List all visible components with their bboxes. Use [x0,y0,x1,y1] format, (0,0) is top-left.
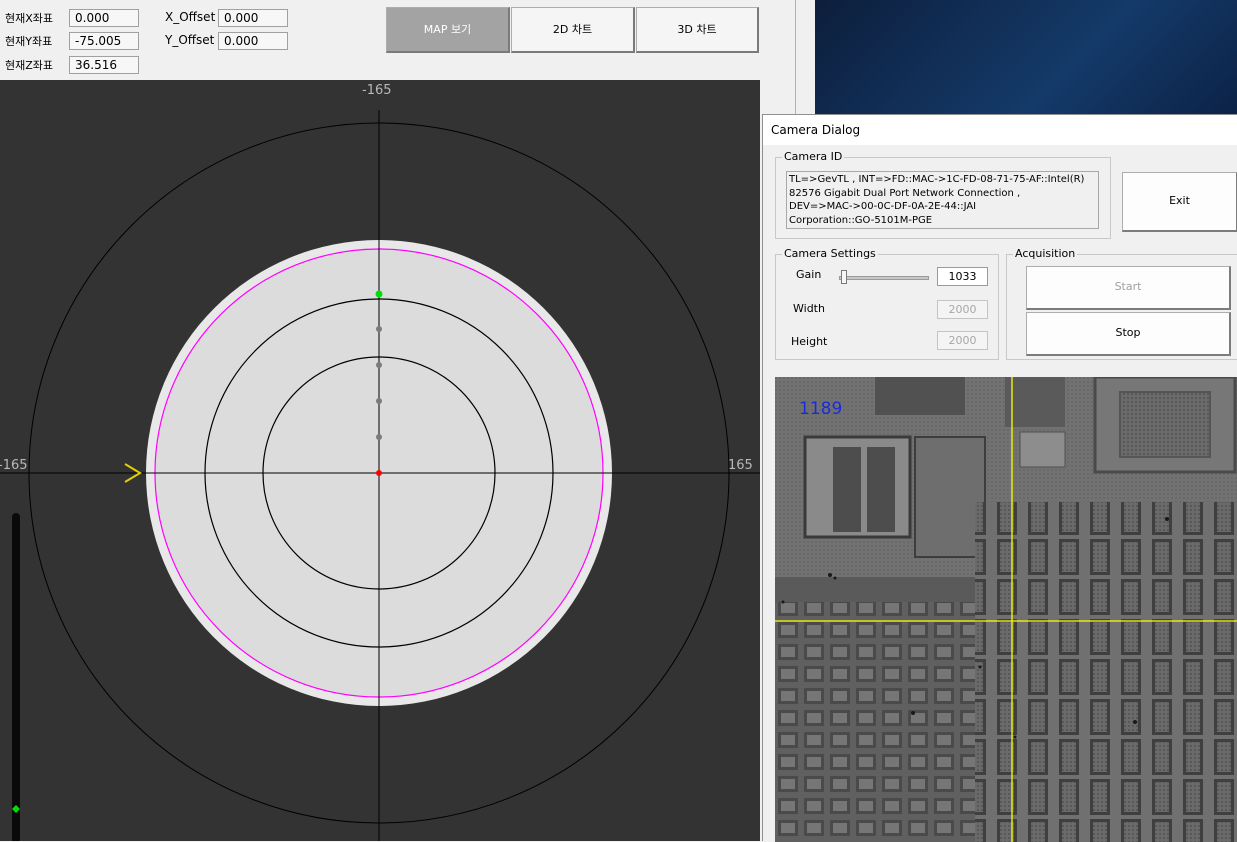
exit-button[interactable]: Exit [1122,172,1237,232]
gain-slider-track[interactable] [839,276,929,280]
measurement-point [376,434,382,440]
width-label: Width [793,302,825,315]
camera-id-text[interactable]: TL=>GevTL , INT=>FD::MAC->1C-FD-08-71-75… [786,171,1099,229]
dialog-title[interactable]: Camera Dialog [763,115,1237,145]
measurement-point [376,362,382,368]
y-offset-label: Y_Offset [165,33,215,47]
camera-live-view[interactable]: 1189 [775,377,1237,842]
y-offset-field[interactable]: 0.000 [218,32,288,50]
measurement-point [376,326,382,332]
y-coord-label: 현재Y좌표 [5,35,53,48]
map-view-button[interactable]: MAP 보기 [386,7,510,53]
camera-settings-group-title: Camera Settings [782,247,878,261]
panel-divider [795,0,796,115]
acquisition-group-title: Acquisition [1013,247,1078,261]
wafer-map-canvas: -165 -165 165 [0,83,760,841]
measurement-point [376,398,382,404]
axis-label-right: 165 [728,458,753,473]
frame-counter: 1189 [799,399,843,419]
x-offset-label: X_Offset [165,10,216,24]
width-value-field[interactable]: 2000 [937,300,988,319]
chart-3d-button[interactable]: 3D 차트 [636,7,759,53]
gain-slider-thumb[interactable] [841,270,847,284]
desktop-background [815,0,1237,115]
current-position-point [375,290,383,298]
origin-point [376,470,382,476]
camera-id-line: 82576 Gigabit Dual Port Network Connecti… [789,187,1021,199]
camera-dialog: Camera Dialog Camera ID TL=>GevTL , INT=… [762,114,1237,842]
z-coord-label: 현재Z좌표 [5,59,54,72]
wafer-map[interactable]: -165 -165 165 [0,80,760,841]
camera-settings-group: Camera Settings Gain 1033 Width 2000 Hei… [775,247,999,360]
camera-id-line: TL=>GevTL , INT=>FD::MAC->1C-FD-08-71-75… [789,174,1085,185]
camera-id-group: Camera ID TL=>GevTL , INT=>FD::MAC->1C-F… [775,150,1111,239]
stop-button[interactable]: Stop [1026,312,1231,356]
camera-id-group-title: Camera ID [782,150,845,164]
y-coord-field[interactable]: -75.005 [69,32,139,50]
coordinate-panel: 현재X좌표 0.000 현재Y좌표 -75.005 현재Z좌표 36.516 X… [0,0,795,80]
z-coord-field[interactable]: 36.516 [69,56,139,74]
axis-label-left: -165 [0,458,28,473]
gain-label: Gain [796,268,822,281]
x-offset-field[interactable]: 0.000 [218,9,288,27]
camera-image [775,377,1237,842]
chart-2d-button[interactable]: 2D 차트 [511,7,635,53]
camera-id-line: DEV=>MAC->00-0C-DF-0A-2E-44::JAI [789,201,977,212]
z-slider-track [12,513,20,841]
x-coord-field[interactable]: 0.000 [69,9,139,27]
gain-value-field[interactable]: 1033 [937,267,988,286]
height-value-field[interactable]: 2000 [937,331,988,350]
axis-label-top: -165 [362,83,392,98]
x-coord-label: 현재X좌표 [5,12,54,25]
height-label: Height [791,335,828,348]
camera-id-line: Corporation::GO-5101M-PGE [789,214,933,226]
start-button[interactable]: Start [1026,266,1231,310]
